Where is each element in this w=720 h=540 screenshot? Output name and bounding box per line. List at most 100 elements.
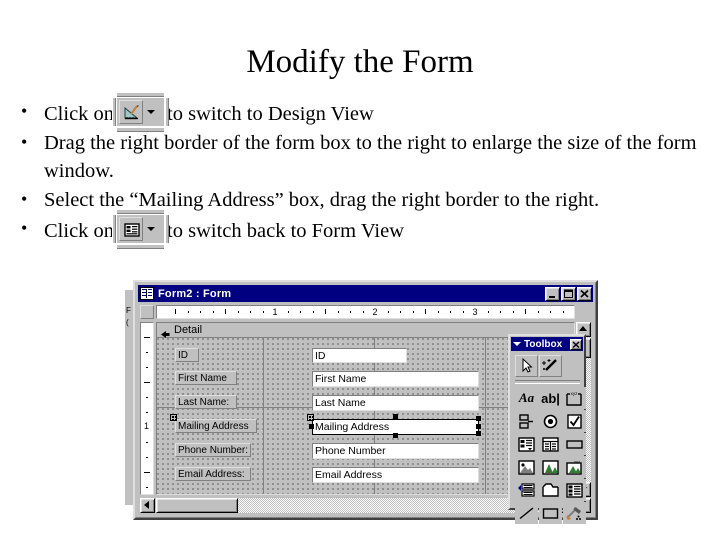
subform-tool[interactable] [563, 479, 586, 501]
control-wizards-tool[interactable] [539, 355, 562, 377]
control-label-phone-number[interactable]: Phone Number: [175, 443, 251, 457]
page-title: Modify the Form [246, 44, 474, 80]
control-textbox-email-address[interactable]: Email Address [312, 467, 479, 483]
resize-handle-middle-left[interactable] [309, 424, 314, 429]
ruler-tick [500, 311, 501, 313]
toggle-button-icon [519, 413, 533, 429]
ruler-number: 1 [144, 421, 150, 431]
page-break-icon [518, 482, 535, 497]
line-tool[interactable] [515, 502, 538, 524]
ruler-tick [400, 311, 401, 313]
ruler-tick [250, 311, 251, 313]
ruler-tick [144, 337, 150, 338]
form-view-button-icon[interactable] [112, 209, 170, 249]
window-inner-frame: Form2 : Form 123 1 Detail ID ID First Na… [135, 282, 596, 524]
window-titlebar[interactable]: Form2 : Form [138, 285, 593, 302]
form-view-glyph [124, 223, 140, 237]
control-textbox-id[interactable]: ID [312, 348, 407, 363]
ruler-tick [300, 311, 301, 313]
control-textbox-phone-number[interactable]: Phone Number [312, 443, 479, 459]
minimize-button[interactable] [545, 286, 560, 301]
resize-handle-middle-right[interactable] [476, 424, 481, 429]
bullet-text: Select the “Mailing Address” box, drag t… [44, 189, 600, 211]
resize-handle-bottom-center[interactable] [393, 433, 398, 438]
bullet-text-post: to switch back to Form View [167, 220, 405, 242]
ruler-number: 3 [472, 307, 478, 317]
control-label-mailing-address[interactable]: Mailing Address [175, 419, 257, 433]
ruler-tick [146, 412, 148, 413]
label-tool[interactable]: Aa [515, 387, 538, 409]
minimize-icon [549, 295, 555, 298]
horizontal-ruler-row: 1 2 3 [138, 304, 593, 320]
option-button-tool[interactable] [539, 410, 562, 432]
more-controls-tool[interactable] [563, 502, 586, 524]
unbound-object-icon [542, 459, 559, 475]
design-view-button-icon[interactable] [112, 92, 170, 132]
toggle-button-tool[interactable] [515, 410, 538, 432]
control-label-last-name[interactable]: Last Name: [175, 395, 237, 409]
textbox-move-handle[interactable] [307, 414, 314, 421]
toolbar-grip-top [117, 209, 165, 214]
tab-control-tool[interactable] [539, 479, 562, 501]
section-collapse-icon[interactable] [161, 326, 170, 338]
ruler-tick [175, 309, 176, 314]
ruler-tick [212, 311, 214, 313]
control-textbox-first-name[interactable]: First Name [312, 371, 479, 387]
rectangle-tool[interactable] [539, 502, 562, 524]
select-objects-tool[interactable] [515, 355, 538, 377]
control-textbox-last-name[interactable]: Last Name [312, 395, 479, 411]
radio-button-icon [543, 414, 558, 428]
ruler-tick [437, 311, 439, 313]
window-client-area: 123 1 Detail ID ID First Name First Name… [138, 304, 593, 524]
list-box-tool[interactable] [539, 433, 562, 455]
toolbox-titlebar[interactable]: Toolbox [511, 337, 583, 351]
bound-object-tool[interactable]: xyz [563, 456, 586, 478]
horizontal-ruler: 1 2 3 [156, 305, 575, 319]
ruler-tick [312, 311, 314, 313]
ruler-tick [337, 311, 339, 313]
list-box-icon [542, 436, 559, 452]
toolbar-grip-top [117, 92, 165, 97]
close-button[interactable] [577, 286, 592, 301]
unbound-object-tool[interactable] [539, 456, 562, 478]
ruler-tick [537, 311, 539, 313]
toolbox-close-button[interactable] [570, 338, 582, 350]
horizontal-scroll-thumb[interactable] [156, 498, 238, 513]
page-break-tool[interactable] [515, 479, 538, 501]
resize-handle-top-center[interactable] [393, 414, 398, 419]
form-selector-box[interactable] [140, 305, 154, 319]
ruler-tick [146, 487, 148, 488]
text-box-tool[interactable]: ab| [539, 387, 562, 409]
command-button-tool[interactable] [563, 433, 586, 455]
arrow-pointer-icon [522, 357, 533, 373]
list-item-design-view: Click on [12, 92, 712, 132]
control-label-id[interactable]: ID [175, 348, 199, 362]
chevron-down-icon[interactable] [513, 342, 521, 346]
toolbox-panel[interactable]: Toolbox Aa ab| xyz xyz [508, 334, 586, 524]
option-group-tool[interactable]: xyz [563, 387, 586, 409]
toolbar-grip-bottom [117, 244, 165, 249]
control-label-first-name[interactable]: First Name [175, 371, 237, 385]
ruler-tick [287, 311, 289, 313]
resize-handle-top-right[interactable] [476, 416, 481, 421]
combo-box-tool[interactable] [515, 433, 538, 455]
maximize-button[interactable] [561, 286, 576, 301]
design-view-glyph [124, 105, 139, 120]
line-icon [519, 506, 534, 519]
dropdown-arrow-icon[interactable] [147, 110, 156, 114]
bullet-text-pre: Click on [44, 220, 115, 242]
resize-handle-bottom-right[interactable] [476, 431, 481, 436]
label-move-handle[interactable] [170, 414, 177, 421]
option-group-xyz-icon: xyz [566, 391, 582, 406]
svg-text:xyz: xyz [571, 391, 579, 396]
triangle-left-icon [144, 501, 149, 509]
check-box-tool[interactable] [563, 410, 586, 432]
toolbox-grid: Aa ab| xyz xyz [515, 387, 586, 524]
background-window-text: F [126, 306, 131, 315]
design-view-icon [119, 100, 144, 124]
scroll-left-button[interactable] [140, 498, 155, 513]
dropdown-arrow-icon[interactable] [147, 227, 156, 231]
control-label-email-address[interactable]: Email Address: [175, 467, 251, 481]
access-form-design-window[interactable]: Form2 : Form 123 1 Detail ID ID First Na… [133, 280, 598, 524]
image-tool[interactable] [515, 456, 538, 478]
